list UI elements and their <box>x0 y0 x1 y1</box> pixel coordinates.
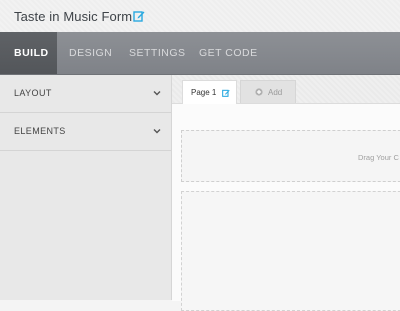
page-tab-1[interactable]: Page 1 <box>182 80 237 104</box>
tab-build[interactable]: BUILD <box>0 32 57 74</box>
tab-get-code-label: GET CODE <box>199 47 258 59</box>
chevron-down-icon <box>153 129 161 134</box>
sidebar-item-label: ELEMENTS <box>14 126 66 136</box>
form-title: Taste in Music Form <box>14 9 133 24</box>
add-page-tab[interactable]: Add <box>240 80 296 103</box>
main-nav: BUILD DESIGN SETTINGS GET CODE <box>0 32 400 75</box>
tab-design-label: DESIGN <box>69 47 113 59</box>
tab-settings-label: SETTINGS <box>129 47 186 59</box>
sidebar-item-elements[interactable]: ELEMENTS <box>0 113 171 151</box>
edit-icon[interactable] <box>222 89 230 97</box>
edit-icon[interactable] <box>133 10 145 22</box>
sidebar: LAYOUT ELEMENTS <box>0 75 172 300</box>
chevron-down-icon <box>153 91 161 96</box>
drop-zone-hint: Drag Your C <box>358 153 399 162</box>
page-tab-label: Page 1 <box>191 88 217 97</box>
drop-zone[interactable]: Drag Your C <box>181 130 400 182</box>
tab-get-code[interactable]: GET CODE <box>185 32 272 74</box>
app-header: Taste in Music Form <box>0 0 400 32</box>
add-page-label: Add <box>268 88 283 97</box>
add-icon <box>255 88 263 96</box>
form-field-area[interactable] <box>181 191 400 311</box>
sidebar-item-label: LAYOUT <box>14 88 52 98</box>
tab-build-label: BUILD <box>14 47 49 59</box>
sidebar-item-layout[interactable]: LAYOUT <box>0 75 171 113</box>
